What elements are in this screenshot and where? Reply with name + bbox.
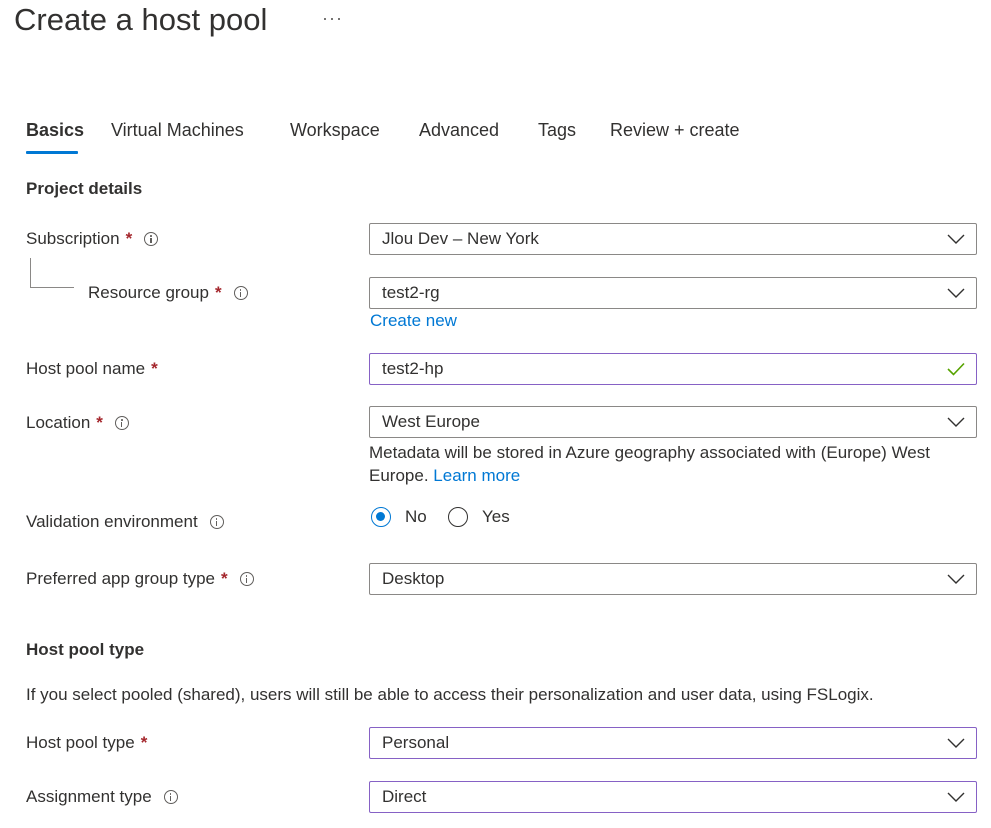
tab-workspace[interactable]: Workspace — [290, 120, 380, 141]
learn-more-link[interactable]: Learn more — [433, 466, 520, 485]
subscription-dropdown[interactable]: Jlou Dev – New York — [369, 223, 977, 255]
tree-connector-line — [30, 258, 31, 288]
chevron-down-icon — [940, 564, 972, 594]
location-label-text: Location — [26, 413, 91, 432]
chevron-down-icon — [940, 278, 972, 308]
validation-no-radio[interactable]: No — [371, 507, 427, 527]
required-marker: * — [221, 569, 228, 588]
required-marker: * — [214, 283, 222, 302]
page-title: Create a host pool — [14, 2, 268, 37]
host-pool-type-value: Personal — [382, 733, 450, 752]
validation-yes-radio[interactable]: Yes — [448, 507, 510, 527]
more-options-icon[interactable]: ··· — [322, 8, 343, 29]
radio-yes-label: Yes — [482, 507, 510, 526]
preferred-app-group-type-dropdown[interactable]: Desktop — [369, 563, 977, 595]
validation-environment-label: Validation environment — [26, 512, 224, 532]
assignment-type-value: Direct — [382, 787, 427, 806]
subscription-value: Jlou Dev – New York — [382, 229, 539, 248]
host-pool-name-label: Host pool name * — [26, 359, 158, 379]
tab-tags[interactable]: Tags — [538, 120, 576, 141]
host-pool-name-value: test2-hp — [382, 359, 444, 378]
assignment-type-dropdown[interactable]: Direct — [369, 781, 977, 813]
host-pool-type-dropdown[interactable]: Personal — [369, 727, 977, 759]
required-marker: * — [140, 733, 148, 752]
tab-basics[interactable]: Basics — [26, 120, 84, 141]
radio-selected-icon — [371, 507, 391, 527]
assignment-type-label: Assignment type — [26, 787, 178, 807]
host-pool-name-label-text: Host pool name — [26, 359, 146, 378]
radio-unselected-icon — [448, 507, 468, 527]
info-icon[interactable] — [163, 790, 178, 804]
host-pool-type-label-text: Host pool type — [26, 733, 135, 752]
tree-connector-line — [30, 287, 74, 288]
host-pool-type-heading: Host pool type — [26, 640, 145, 659]
validation-environment-label-text: Validation environment — [26, 512, 198, 531]
info-icon[interactable] — [114, 416, 129, 430]
active-tab-indicator — [26, 151, 78, 154]
checkmark-icon — [940, 354, 972, 384]
preferred-app-group-type-value: Desktop — [382, 569, 445, 588]
resource-group-value: test2-rg — [382, 283, 440, 302]
location-label: Location * — [26, 413, 129, 433]
location-value: West Europe — [382, 412, 480, 431]
location-helper-text: Metadata will be stored in Azure geograp… — [369, 441, 979, 487]
host-pool-type-label: Host pool type * — [26, 733, 147, 753]
radio-no-label: No — [405, 507, 427, 526]
chevron-down-icon — [940, 782, 972, 812]
tab-advanced[interactable]: Advanced — [419, 120, 499, 141]
subscription-label: Subscription * — [26, 229, 159, 249]
resource-group-label-text: Resource group — [88, 283, 209, 302]
chevron-down-icon — [940, 224, 972, 254]
preferred-app-group-type-label: Preferred app group type * — [26, 569, 254, 589]
tab-review-create[interactable]: Review + create — [610, 120, 740, 141]
resource-group-dropdown[interactable]: test2-rg — [369, 277, 977, 309]
required-marker: * — [96, 413, 103, 432]
resource-group-label: Resource group * — [88, 283, 248, 303]
required-marker: * — [151, 359, 158, 378]
info-icon[interactable] — [209, 515, 224, 529]
preferred-app-group-type-label-text: Preferred app group type — [26, 569, 216, 588]
subscription-label-text: Subscription — [26, 229, 120, 248]
create-new-link[interactable]: Create new — [370, 311, 457, 331]
host-pool-name-input[interactable]: test2-hp — [369, 353, 977, 385]
info-icon[interactable] — [144, 232, 159, 246]
chevron-down-icon — [940, 407, 972, 437]
tab-virtual-machines[interactable]: Virtual Machines — [111, 120, 244, 141]
required-marker: * — [125, 229, 133, 248]
chevron-down-icon — [940, 728, 972, 758]
location-dropdown[interactable]: West Europe — [369, 406, 977, 438]
info-icon[interactable] — [239, 572, 254, 586]
assignment-type-label-text: Assignment type — [26, 787, 152, 806]
info-icon[interactable] — [233, 286, 248, 300]
host-pool-type-description: If you select pooled (shared), users wil… — [26, 685, 874, 704]
project-details-heading: Project details — [26, 179, 143, 198]
